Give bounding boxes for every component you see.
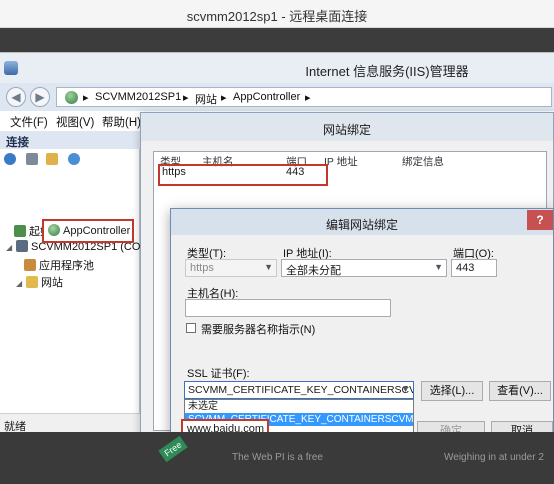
ssl-label: SSL 证书(F): (187, 368, 250, 380)
iis-titlebar: Internet 信息服务(IIS)管理器 (0, 53, 554, 83)
connect-icon[interactable] (4, 153, 16, 165)
menu-view[interactable]: 视图(V) (56, 114, 94, 130)
menu-file[interactable]: 文件(F) (10, 114, 48, 130)
chevron-down-icon: ▼ (264, 262, 273, 272)
connections-pane: 连接 起始页 ◢SCVMM2012SP1 (CON 应用程序池 ◢网站 (0, 131, 148, 413)
collapse-icon[interactable]: ◢ (16, 279, 24, 288)
type-value: https (190, 262, 214, 274)
bottom-text-left: The Web PI is a free (232, 452, 323, 463)
iis-window-title: Internet 信息服务(IIS)管理器 (305, 64, 469, 79)
crumb-site[interactable]: AppController (233, 91, 300, 103)
address-bar: ◀ ▶ ▸ SCVMM2012SP1 ▸ 网站 ▸ AppController … (0, 83, 554, 111)
crumb-separator-icon: ▸ (305, 92, 311, 104)
breadcrumb[interactable]: ▸ SCVMM2012SP1 ▸ 网站 ▸ AppController ▸ (56, 87, 552, 107)
collapse-icon[interactable]: ◢ (6, 243, 14, 252)
bindings-title: 网站绑定 (322, 123, 371, 137)
type-select[interactable]: https ▼ (185, 259, 277, 277)
row-port: 443 (286, 166, 305, 178)
view-button[interactable]: 查看(V)... (489, 381, 551, 401)
column-header-info[interactable]: 绑定信息 (402, 154, 444, 169)
ssl-certificate-select[interactable]: SCVMM_CERTIFICATE_KEY_CONTAINERSCVMM ▼ (184, 381, 414, 399)
edit-titlebar: 编辑网站绑定 ? (171, 209, 553, 235)
chevron-down-icon: ▼ (401, 384, 410, 394)
ip-value: 全部未分配 (286, 265, 341, 277)
select-button[interactable]: 选择(L)... (421, 381, 483, 401)
tree-item-sites[interactable]: ◢ 网站 (16, 274, 63, 290)
tree-item-label: 网站 (41, 277, 63, 289)
tree-item-appcontroller[interactable]: AppController (42, 219, 134, 243)
folder-icon (26, 276, 38, 288)
edit-title: 编辑网站绑定 (325, 218, 398, 232)
refresh-icon[interactable] (68, 153, 80, 165)
edit-binding-dialog: 编辑网站绑定 ? 类型(T): https ▼ IP 地址(I): 全部未分配 … (170, 208, 554, 442)
row-type: https (162, 166, 186, 178)
port-input[interactable]: 443 (451, 259, 497, 277)
start-page-icon (14, 225, 26, 237)
connections-toolbar (0, 149, 140, 169)
app-pool-icon (24, 259, 36, 271)
connections-header: 连接 (0, 131, 140, 149)
tree-item-label: 应用程序池 (39, 260, 94, 272)
tree-item-app-pools[interactable]: 应用程序池 (24, 257, 94, 273)
crumb-server[interactable]: SCVMM2012SP1 (95, 91, 181, 103)
remote-desktop-title: scvmm2012sp1 - 远程桌面连接 (186, 9, 368, 24)
sni-checkbox[interactable] (186, 323, 196, 333)
globe-icon (65, 91, 78, 104)
tree-item-label: AppController (63, 225, 131, 237)
crumb-separator-icon: ▸ (83, 92, 89, 104)
remote-desktop-titlebar: scvmm2012sp1 - 远程桌面连接 (0, 0, 554, 28)
ssl-option[interactable]: 未选定 (185, 400, 413, 413)
help-button[interactable]: ? (527, 210, 553, 230)
ssl-value: SCVMM_CERTIFICATE_KEY_CONTAINERSCVMM (188, 384, 414, 396)
server-icon (16, 240, 28, 252)
crumb-separator-icon: ▸ (183, 92, 189, 104)
crumb-sites[interactable]: 网站 (195, 91, 217, 107)
globe-icon (48, 224, 60, 236)
sni-label: 需要服务器名称指示(N) (201, 324, 316, 336)
crumb-separator-icon: ▸ (221, 92, 227, 104)
folder-up-icon[interactable] (46, 153, 58, 165)
host-input[interactable] (185, 299, 391, 317)
forward-button[interactable]: ▶ (30, 87, 50, 107)
bottom-text-right: Weighing in at under 2 (444, 452, 544, 463)
chevron-down-icon: ▼ (434, 262, 443, 272)
menu-help[interactable]: 帮助(H) (102, 114, 141, 130)
ip-select[interactable]: 全部未分配 ▼ (281, 259, 447, 277)
save-icon[interactable] (26, 153, 38, 165)
desktop-background (0, 28, 554, 52)
column-header-ip[interactable]: IP 地址 (324, 154, 358, 169)
back-button[interactable]: ◀ (6, 87, 26, 107)
bindings-titlebar: 网站绑定 (141, 113, 553, 141)
